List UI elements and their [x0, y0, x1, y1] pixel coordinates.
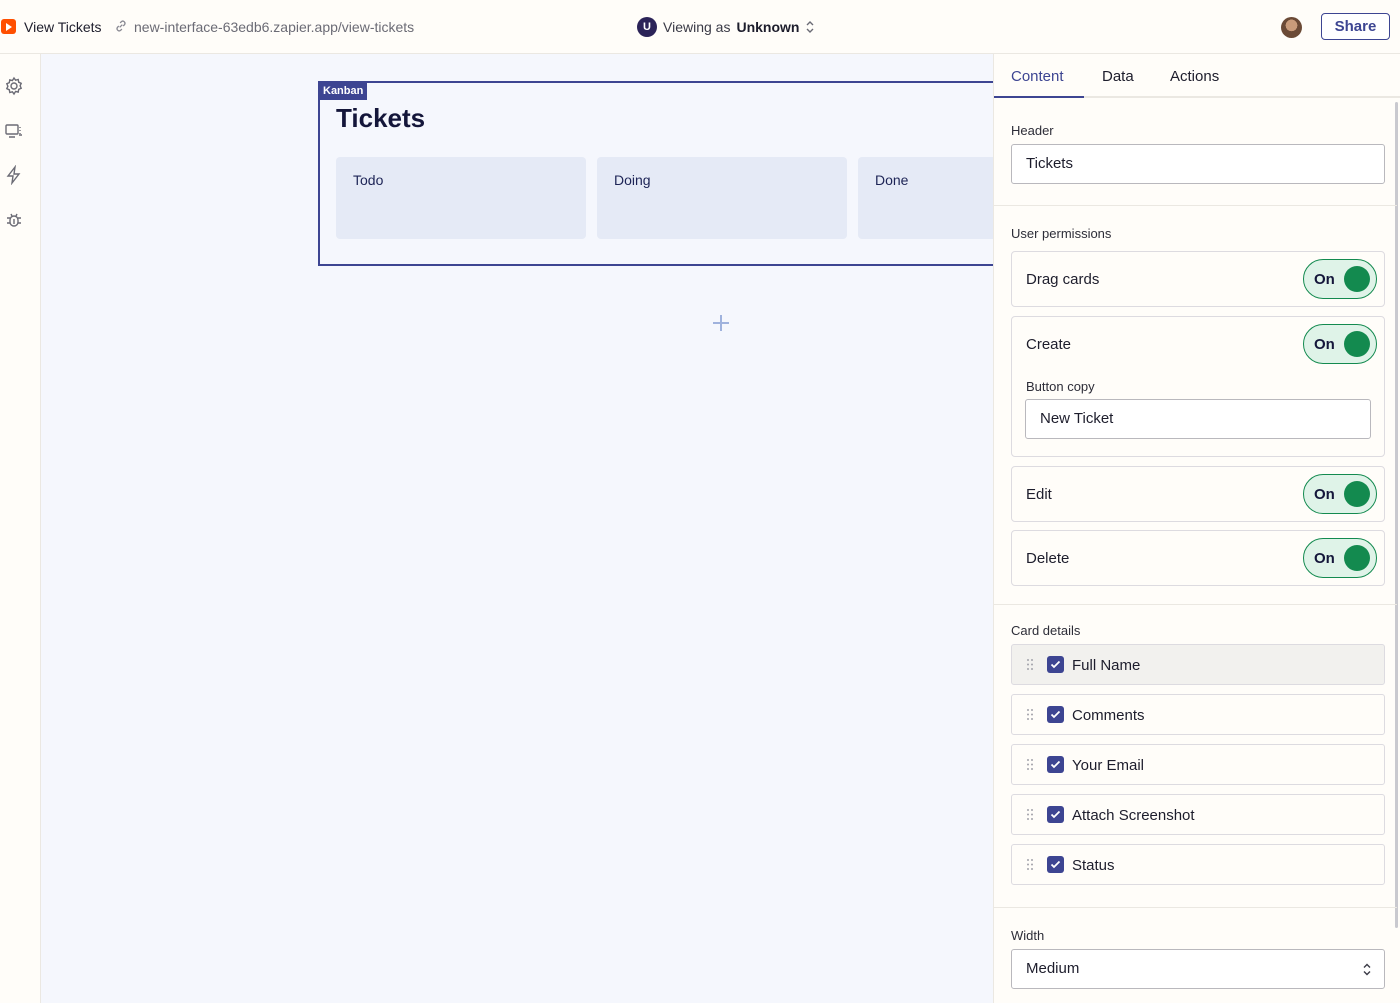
panel-scrollbar[interactable] [1395, 102, 1398, 928]
header-label: Header [1011, 123, 1054, 138]
panel-tabs: Content Data Actions [994, 54, 1400, 98]
permission-delete: Delete On [1011, 530, 1385, 586]
create-toggle[interactable]: On [1303, 324, 1377, 364]
active-tab-indicator [994, 96, 1084, 98]
field-checkbox[interactable] [1047, 856, 1064, 873]
field-checkbox[interactable] [1047, 706, 1064, 723]
toggle-state: On [1314, 271, 1335, 288]
card-field-status[interactable]: Status [1011, 844, 1385, 885]
column-label: Done [875, 172, 909, 188]
permission-label: Drag cards [1026, 271, 1100, 288]
delete-toggle[interactable]: On [1303, 538, 1377, 578]
column-label: Todo [353, 172, 384, 188]
drag-handle-icon[interactable] [1026, 758, 1034, 771]
display-icon[interactable] [4, 121, 24, 141]
width-select-value: Medium [1026, 960, 1080, 977]
field-name: Your Email [1072, 757, 1144, 774]
viewing-user: Unknown [736, 19, 800, 35]
toggle-knob [1344, 331, 1370, 357]
zapier-logo-icon [1, 19, 16, 34]
edit-toggle[interactable]: On [1303, 474, 1377, 514]
toggle-state: On [1314, 336, 1335, 353]
field-name: Status [1072, 857, 1115, 874]
permission-label: Create [1026, 336, 1072, 353]
permission-create: Create On Button copy New Ticket [1011, 316, 1385, 457]
section-divider [994, 604, 1397, 605]
button-copy-input[interactable]: New Ticket [1025, 399, 1371, 439]
toggle-knob [1344, 545, 1370, 571]
card-field-your-email[interactable]: Your Email [1011, 744, 1385, 785]
gear-icon[interactable] [4, 76, 24, 96]
section-divider [994, 907, 1397, 908]
lightning-icon[interactable] [4, 165, 24, 185]
app-url[interactable]: new-interface-63edb6.zapier.app/view-tic… [134, 19, 414, 35]
toggle-state: On [1314, 486, 1335, 503]
button-copy-label: Button copy [1026, 379, 1095, 394]
width-label: Width [1011, 928, 1045, 943]
viewer-badge: U [637, 17, 657, 37]
app-title: View Tickets [24, 19, 102, 35]
permission-label: Delete [1026, 550, 1070, 567]
field-name: Attach Screenshot [1072, 807, 1195, 824]
settings-panel: Content Data Actions Header Tickets User… [993, 54, 1400, 1003]
toggle-knob [1344, 266, 1370, 292]
user-permissions-label: User permissions [1011, 226, 1112, 241]
drag-cards-toggle[interactable]: On [1303, 259, 1377, 299]
width-select[interactable]: Medium [1011, 949, 1385, 989]
block-type-tag: Kanban [320, 83, 368, 100]
kanban-column-doing: Doing [597, 157, 847, 239]
kanban-column-done: Done [858, 157, 993, 239]
field-checkbox[interactable] [1047, 656, 1064, 673]
viewing-as-selector[interactable]: U Viewing as Unknown [637, 17, 815, 37]
field-checkbox[interactable] [1047, 756, 1064, 773]
card-field-full-name[interactable]: Full Name [1011, 644, 1385, 685]
kanban-block[interactable]: Kanban Tickets Todo Doing Done [318, 81, 993, 266]
toggle-state: On [1314, 550, 1335, 567]
kanban-column-todo: Todo [336, 157, 586, 239]
avatar[interactable] [1281, 17, 1302, 38]
card-field-attach-screenshot[interactable]: Attach Screenshot [1011, 794, 1385, 835]
column-label: Doing [614, 172, 651, 188]
permission-drag-cards: Drag cards On [1011, 251, 1385, 307]
tab-actions[interactable]: Actions [1170, 68, 1219, 85]
drag-handle-icon[interactable] [1026, 808, 1034, 821]
top-bar: View Tickets new-interface-63edb6.zapier… [0, 0, 1400, 54]
permission-edit: Edit On [1011, 466, 1385, 522]
add-block-plus-icon[interactable] [710, 312, 732, 334]
bug-icon[interactable] [4, 210, 24, 230]
card-field-comments[interactable]: Comments [1011, 694, 1385, 735]
permission-label: Edit [1026, 486, 1052, 503]
chevron-up-down-icon [806, 21, 814, 33]
left-rail [0, 54, 41, 1003]
section-divider [994, 205, 1397, 206]
drag-handle-icon[interactable] [1026, 858, 1034, 871]
drag-handle-icon[interactable] [1026, 658, 1034, 671]
tab-data[interactable]: Data [1102, 68, 1134, 85]
page-canvas: Kanban Tickets Todo Doing Done [41, 54, 993, 1003]
field-checkbox[interactable] [1047, 806, 1064, 823]
viewing-prefix: Viewing as [663, 19, 731, 35]
header-input[interactable]: Tickets [1011, 144, 1385, 184]
card-details-label: Card details [1011, 623, 1081, 638]
link-icon [116, 20, 126, 32]
kanban-title: Tickets [336, 103, 426, 133]
field-name: Comments [1072, 707, 1145, 724]
field-name: Full Name [1072, 657, 1141, 674]
drag-handle-icon[interactable] [1026, 708, 1034, 721]
toggle-knob [1344, 481, 1370, 507]
chevron-up-down-icon [1363, 963, 1371, 976]
share-button[interactable]: Share [1321, 13, 1390, 40]
tab-content[interactable]: Content [1011, 68, 1064, 85]
